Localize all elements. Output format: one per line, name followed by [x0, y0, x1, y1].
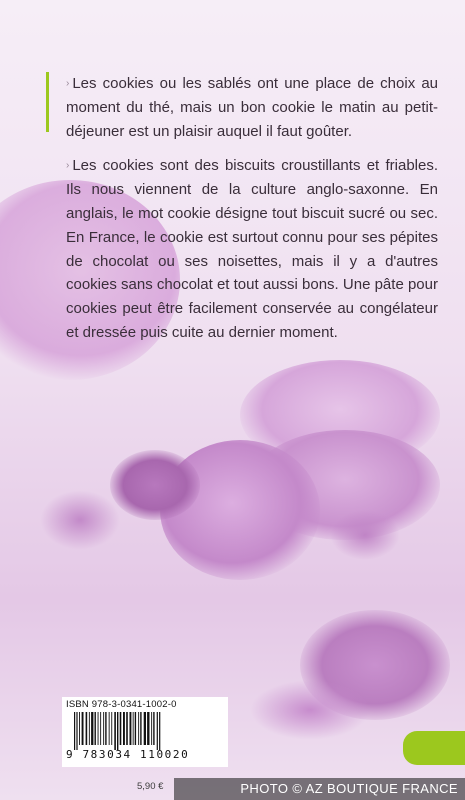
barcode-bar — [140, 712, 142, 745]
green-tab — [403, 731, 465, 765]
barcode-bar — [134, 712, 137, 745]
barcode-bar — [76, 712, 78, 750]
barcode-bar — [105, 712, 107, 745]
barcode-bar — [153, 712, 155, 745]
barcode-bar — [123, 712, 125, 745]
barcode-bar — [143, 712, 146, 745]
barcode-bar — [108, 712, 110, 745]
barcode-bar — [100, 712, 102, 745]
isbn-label: ISBN 978-3-0341-1002-0 — [66, 699, 177, 710]
barcode-bar — [91, 712, 94, 745]
barcode-bar — [117, 712, 119, 750]
paragraph-text: Les cookies ou les sablés ont une place … — [66, 75, 438, 140]
barcode-bar — [159, 712, 161, 750]
barcode-bar — [138, 712, 140, 745]
barcode-bar — [114, 712, 116, 750]
back-cover-text: › Les cookies ou les sablés ont une place… — [66, 72, 438, 356]
barcode-bar — [147, 712, 150, 745]
accent-bar — [46, 72, 49, 132]
barcode-bar — [111, 712, 113, 745]
bullet-icon: › — [66, 160, 70, 172]
barcode-bar — [119, 712, 122, 745]
photo-credit-bar: PHOTO © AZ BOUTIQUE FRANCE — [174, 778, 465, 800]
paragraph: › Les cookies sont des biscuits croustill… — [66, 154, 438, 344]
barcode-icon — [74, 712, 161, 750]
barcode-bar — [132, 712, 134, 745]
barcode-digits: 9 783034 110020 — [66, 748, 190, 761]
cookie-crumb-image — [110, 450, 200, 520]
barcode-bar — [79, 712, 80, 745]
barcode-bar — [151, 712, 153, 745]
barcode-bar — [126, 712, 128, 745]
cookie-crumb-image — [40, 490, 120, 550]
barcode-box: ISBN 978-3-0341-1002-0 9 783034 110020 — [62, 697, 228, 767]
photo-credit: PHOTO © AZ BOUTIQUE FRANCE — [240, 781, 458, 796]
paragraph-text: Les cookies sont des biscuits croustilla… — [66, 157, 438, 341]
cookie-crumb-image — [330, 510, 400, 560]
barcode-bar — [129, 712, 132, 745]
cookie-crumb-image — [250, 680, 370, 740]
barcode-bar — [103, 712, 105, 745]
barcode-bar — [81, 712, 84, 745]
price: 5,90 € — [137, 781, 164, 792]
paragraph: › Les cookies ou les sablés ont une place… — [66, 72, 438, 143]
barcode-bar — [97, 712, 99, 745]
bullet-icon: › — [66, 78, 70, 89]
barcode-bar — [85, 712, 88, 745]
barcode-bar — [94, 712, 96, 745]
barcode-bar — [74, 712, 76, 750]
barcode-bar — [156, 712, 158, 750]
barcode-bar — [88, 712, 90, 745]
